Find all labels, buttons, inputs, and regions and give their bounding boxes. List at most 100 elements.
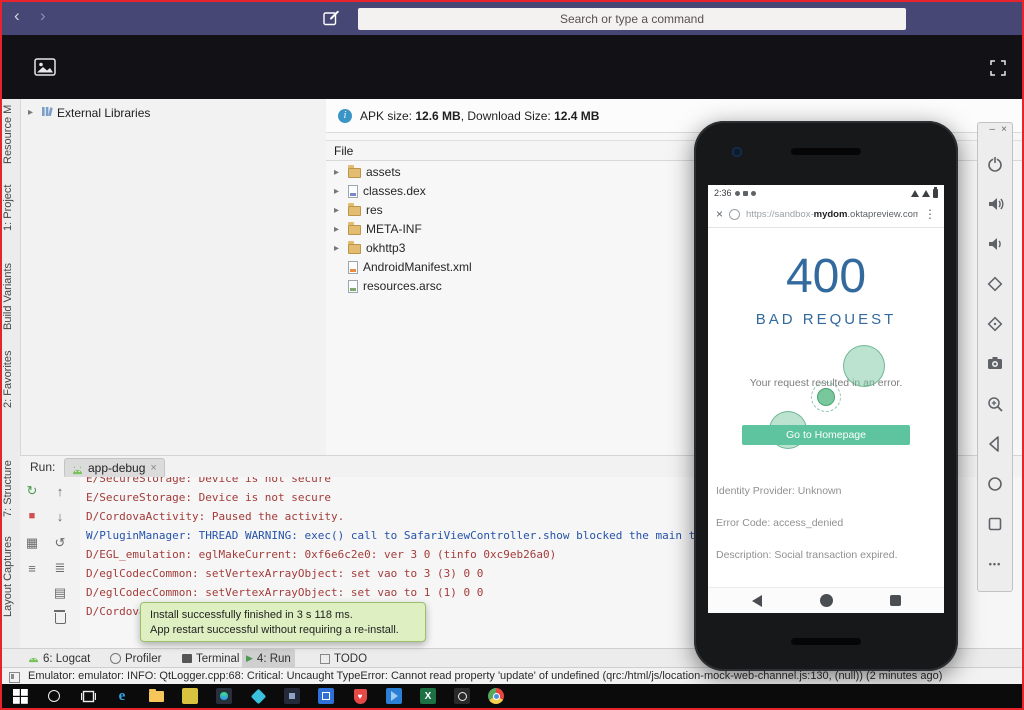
- run-tab-app-debug[interactable]: app-debug ×: [64, 458, 165, 478]
- back-button[interactable]: ‹: [14, 6, 20, 26]
- image-icon[interactable]: [34, 58, 56, 81]
- external-libraries-node[interactable]: ▸ External Libraries: [28, 105, 150, 120]
- nav-home-button[interactable]: [820, 594, 833, 607]
- taskbar-vscode-icon[interactable]: [384, 686, 404, 706]
- profiler-icon: [110, 653, 121, 664]
- expand-arrow-icon[interactable]: ▸: [334, 205, 343, 216]
- clear-console-button[interactable]: [52, 609, 68, 626]
- apk-tree-item-assets[interactable]: ▸ assets: [334, 163, 401, 181]
- error-code-heading: 400: [785, 250, 867, 303]
- tool-window-build-variants[interactable]: Build Variants: [2, 257, 20, 335]
- taskbar-excel-icon[interactable]: X: [418, 686, 438, 706]
- taskbar-camera-icon[interactable]: [452, 686, 472, 706]
- taskbar-task-view-icon[interactable]: [78, 686, 98, 706]
- taskbar-start-button[interactable]: [10, 686, 30, 706]
- browser-menu-icon[interactable]: ⋮: [924, 207, 936, 221]
- minimize-window-button[interactable]: –: [989, 124, 995, 135]
- expand-arrow-icon[interactable]: ▸: [334, 224, 343, 235]
- apk-tree-item-resources-arsc[interactable]: resources.arsc: [334, 277, 442, 295]
- zoom-button[interactable]: [984, 393, 1006, 415]
- expand-arrow-icon[interactable]: ▸: [28, 107, 37, 118]
- windows-taskbar: e ♥ X: [2, 684, 1022, 708]
- more-options-button[interactable]: •••: [984, 553, 1006, 575]
- tab-run[interactable]: ▶ 4: Run: [242, 649, 295, 668]
- close-tab-icon[interactable]: ×: [150, 462, 156, 474]
- android-icon: [28, 654, 39, 663]
- close-icon[interactable]: ×: [716, 207, 723, 221]
- emulator-home-button[interactable]: [984, 473, 1006, 495]
- power-button[interactable]: [984, 153, 1006, 175]
- restore-layout-button[interactable]: ≡: [24, 560, 40, 576]
- down-stack-trace-button[interactable]: ↓: [52, 508, 68, 524]
- apk-size-text: APK size: 12.6 MB, Download Size: 12.4 M…: [360, 108, 600, 123]
- earpiece-speaker: [791, 148, 861, 155]
- search-input[interactable]: Search or type a command: [358, 8, 906, 30]
- screenshot-button[interactable]: [984, 353, 1006, 375]
- expand-arrow-icon[interactable]: ▸: [334, 186, 343, 197]
- console-history-button[interactable]: ↺: [52, 535, 68, 551]
- emulator-overview-button[interactable]: [984, 513, 1006, 535]
- print-button[interactable]: ▤: [52, 585, 68, 601]
- nav-back-button[interactable]: [752, 595, 762, 607]
- go-to-homepage-button[interactable]: Go to Homepage: [742, 425, 910, 445]
- forward-button[interactable]: ›: [40, 6, 46, 26]
- tool-window-toggle-icon[interactable]: [9, 672, 20, 683]
- tool-window-project[interactable]: 1: Project: [2, 179, 20, 237]
- soft-wrap-button[interactable]: ≣: [52, 560, 68, 576]
- tab-profiler[interactable]: Profiler: [106, 649, 165, 668]
- new-chat-icon[interactable]: [322, 9, 340, 27]
- volume-up-button[interactable]: [984, 193, 1006, 215]
- rerun-button[interactable]: ↻: [24, 483, 40, 499]
- taskbar-android-studio-icon[interactable]: [214, 686, 234, 706]
- touch-ripple-circle: [843, 345, 885, 387]
- apk-tree-item-classes-dex[interactable]: ▸ classes.dex: [334, 182, 426, 200]
- taskbar-search-icon[interactable]: [44, 686, 64, 706]
- taskbar-notes-icon[interactable]: [180, 686, 200, 706]
- desktop: ‹ › Search or type a command Resource M …: [0, 0, 1024, 710]
- tooltip-line-2: App restart successful without requiring…: [150, 623, 399, 636]
- nav-overview-button[interactable]: [890, 595, 901, 606]
- url-text[interactable]: https://sandbox-mydom.oktapreview.com: [746, 209, 918, 220]
- stop-button[interactable]: ■: [24, 508, 40, 524]
- rotate-left-button[interactable]: [984, 273, 1006, 295]
- taskbar-dark-app-icon[interactable]: [282, 686, 302, 706]
- run-toolbar: ↻ ■ ▦ ≡ ↑ ↓ ↺ ≣ ▤: [20, 477, 81, 648]
- taskbar-edge-icon[interactable]: e: [112, 686, 132, 706]
- close-window-button[interactable]: ×: [1001, 124, 1007, 135]
- fullscreen-icon[interactable]: [990, 60, 1006, 81]
- volume-down-button[interactable]: [984, 233, 1006, 255]
- expand-arrow-icon[interactable]: ▸: [334, 243, 343, 254]
- tab-logcat[interactable]: 6: Logcat: [24, 649, 94, 668]
- search-placeholder: Search or type a command: [559, 12, 705, 26]
- console-line: E/SecureStorage: Device is not secure: [86, 477, 332, 485]
- info-icon: i: [338, 108, 352, 123]
- expand-arrow-icon[interactable]: ▸: [334, 167, 343, 178]
- tool-window-resource-manager[interactable]: Resource M: [2, 103, 20, 165]
- taskbar-file-explorer-icon[interactable]: [146, 686, 166, 706]
- tool-window-favorites[interactable]: 2: Favorites: [2, 345, 20, 413]
- tool-window-structure[interactable]: 7: Structure: [2, 455, 20, 523]
- apk-tree-item-androidmanifest[interactable]: AndroidManifest.xml: [334, 258, 472, 276]
- error-detail-provider: Identity Provider: Unknown: [716, 485, 842, 497]
- apk-tree-item-okhttp3[interactable]: ▸ okhttp3: [334, 239, 405, 257]
- chrome-url-bar[interactable]: × https://sandbox-mydom.oktapreview.com …: [708, 201, 944, 228]
- android-status-bar: 2:36: [708, 185, 944, 201]
- emulator-back-button[interactable]: [984, 433, 1006, 455]
- install-success-tooltip: Install successfully finished in 3 s 118…: [140, 602, 426, 642]
- status-icon: [750, 190, 756, 196]
- taskbar-blue-window-icon[interactable]: [316, 686, 336, 706]
- tab-terminal[interactable]: Terminal: [178, 649, 243, 668]
- emulator-phone: 2:36 × https://sandbox-mydom.oktapreview…: [694, 121, 958, 671]
- layout-grid-button[interactable]: ▦: [24, 535, 40, 551]
- rotate-right-button[interactable]: [984, 313, 1006, 335]
- up-stack-trace-button[interactable]: ↑: [52, 483, 68, 499]
- tool-window-layout-captures[interactable]: Layout Captures: [2, 533, 20, 621]
- page-info-icon[interactable]: [729, 208, 741, 220]
- apk-tree-item-meta-inf[interactable]: ▸ META-INF: [334, 220, 422, 238]
- phone-screen[interactable]: 2:36 × https://sandbox-mydom.oktapreview…: [708, 185, 944, 613]
- tab-todo[interactable]: TODO: [316, 649, 371, 668]
- taskbar-chrome-icon[interactable]: [486, 686, 506, 706]
- apk-tree-item-res[interactable]: ▸ res: [334, 201, 383, 219]
- taskbar-security-shield-icon[interactable]: ♥: [350, 686, 370, 706]
- taskbar-gem-app-icon[interactable]: [248, 686, 268, 706]
